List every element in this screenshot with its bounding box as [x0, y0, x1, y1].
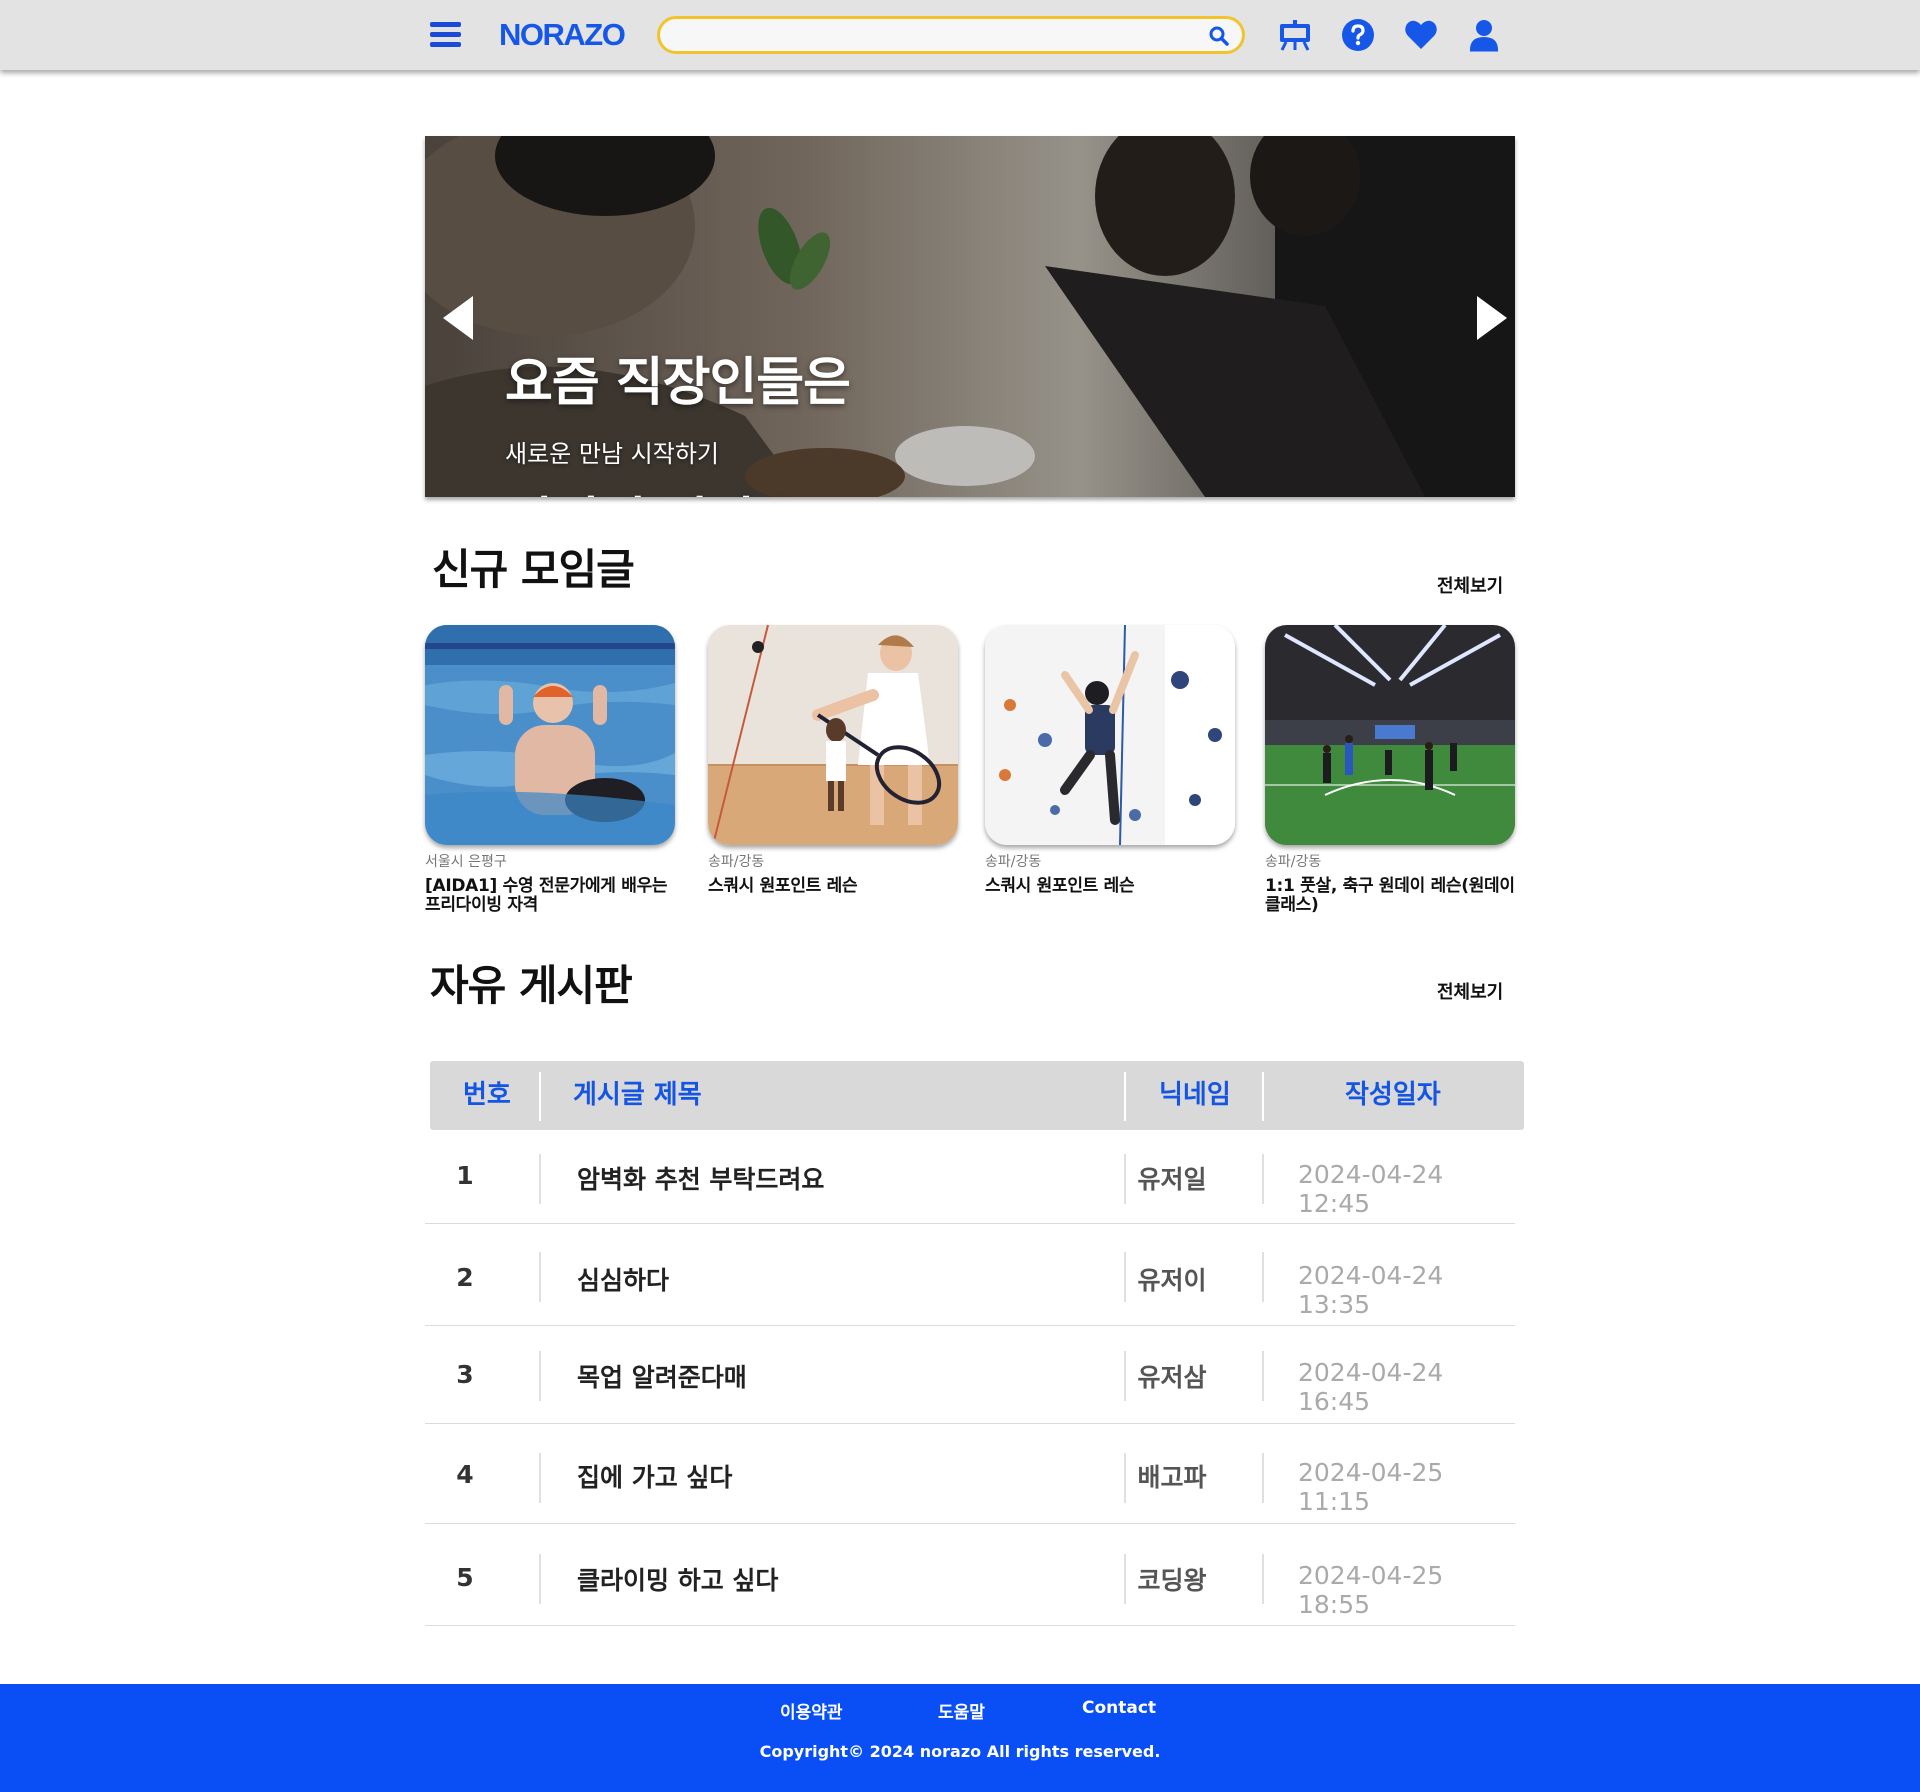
post-nickname: 유저일 [1137, 1165, 1207, 1194]
help-icon[interactable] [1341, 18, 1375, 52]
footer-link-help[interactable]: 도움말 [938, 1698, 985, 1723]
column-header-date: 작성일자 [1345, 1080, 1441, 1110]
search-bar [657, 16, 1245, 54]
column-divider [539, 1154, 541, 1204]
post-title: 목업 알려준다매 [577, 1363, 747, 1392]
meeting-location: 서울시 은평구 [425, 854, 507, 870]
column-header-title: 게시글 제목 [573, 1080, 702, 1110]
post-number: 2 [456, 1263, 474, 1292]
meeting-title: 1:1 풋살, 축구 원데이 레슨(원데이 클래스) [1265, 876, 1515, 915]
hero-title-line-2: 여기서 만나요! [505, 488, 850, 497]
meeting-card[interactable]: 서울시 은평구 [AIDA1] 수영 전문가에게 배우는 프리다이빙 자격 [425, 625, 675, 915]
post-date: 2024-04-25 18:55 [1298, 1561, 1444, 1619]
climbing-image [985, 625, 1235, 845]
hero-banner[interactable]: 요즘 직장인들은 여기서 만나요! 새로운 만남 시작하기 [425, 136, 1515, 497]
post-nickname: 유저이 [1137, 1266, 1207, 1295]
heart-icon[interactable] [1404, 18, 1438, 52]
table-row[interactable]: 5 클라이밍 하고 싶다 코딩왕 2024-04-25 18:55 [425, 1524, 1515, 1626]
post-nickname: 코딩왕 [1137, 1566, 1207, 1595]
menu-icon[interactable] [430, 22, 461, 48]
column-divider [1262, 1072, 1264, 1121]
board-icon[interactable] [1278, 18, 1312, 52]
column-divider [1262, 1154, 1264, 1204]
swimming-image [425, 625, 675, 845]
meeting-title: 스쿼시 원포인트 레슨 [708, 876, 858, 896]
post-title: 클라이밍 하고 싶다 [577, 1566, 779, 1595]
meeting-location: 송파/강동 [1265, 854, 1322, 870]
squash-image [708, 625, 958, 845]
post-number: 1 [456, 1161, 474, 1190]
previous-slide-arrow-icon[interactable] [439, 294, 479, 342]
column-divider [539, 1554, 541, 1604]
table-row[interactable]: 3 목업 알려준다매 유저삼 2024-04-24 16:45 [425, 1326, 1515, 1424]
table-row[interactable]: 1 암벽화 추천 부탁드려요 유저일 2024-04-24 12:45 [425, 1130, 1515, 1224]
new-meetings-title: 신규 모임글 [432, 545, 635, 594]
search-input[interactable] [676, 24, 1200, 50]
free-board-title: 자유 게시판 [430, 961, 633, 1010]
post-nickname: 유저삼 [1137, 1363, 1207, 1392]
post-number: 3 [456, 1360, 474, 1389]
meeting-thumbnail [985, 625, 1235, 845]
column-divider [1262, 1453, 1264, 1503]
post-title: 암벽화 추천 부탁드려요 [577, 1165, 825, 1194]
footer-link-terms[interactable]: 이용약관 [780, 1698, 843, 1723]
meeting-location: 송파/강동 [985, 854, 1042, 870]
meeting-card[interactable]: 송파/강동 스쿼시 원포인트 레슨 [708, 625, 958, 896]
column-header-number: 번호 [463, 1080, 511, 1110]
post-date: 2024-04-24 16:45 [1298, 1358, 1444, 1416]
top-navigation-bar: NORAZO [0, 0, 1920, 70]
column-divider [539, 1351, 541, 1401]
column-divider [1262, 1351, 1264, 1401]
meeting-thumbnail [708, 625, 958, 845]
column-divider [1262, 1554, 1264, 1604]
hero-subtitle-link[interactable]: 새로운 만남 시작하기 [505, 434, 719, 469]
column-divider [1262, 1252, 1264, 1302]
meeting-card[interactable]: 송파/강동 1:1 풋살, 축구 원데이 레슨(원데이 클래스) [1265, 625, 1515, 915]
copyright-text: Copyright© 2024 norazo All rights reserv… [759, 1742, 1161, 1761]
post-title: 심심하다 [577, 1266, 670, 1295]
column-header-nickname: 닉네임 [1159, 1080, 1231, 1110]
column-divider [1124, 1072, 1126, 1121]
column-divider [539, 1252, 541, 1302]
meeting-location: 송파/강동 [708, 854, 765, 870]
meeting-thumbnail [1265, 625, 1515, 845]
meeting-card[interactable]: 송파/강동 스쿼시 원포인트 레슨 [985, 625, 1235, 896]
free-board-view-all-link[interactable]: 전체보기 [1437, 978, 1503, 1004]
table-row[interactable]: 4 집에 가고 싶다 배고파 2024-04-25 11:15 [425, 1424, 1515, 1524]
table-row[interactable]: 2 심심하다 유저이 2024-04-24 13:35 [425, 1224, 1515, 1326]
post-number: 5 [456, 1563, 474, 1592]
board-table-header: 번호 게시글 제목 닉네임 작성일자 [430, 1061, 1524, 1130]
column-divider [539, 1453, 541, 1503]
post-date: 2024-04-24 12:45 [1298, 1160, 1444, 1218]
post-title: 집에 가고 싶다 [577, 1463, 733, 1492]
next-slide-arrow-icon[interactable] [1471, 294, 1511, 342]
footer-link-contact[interactable]: Contact [1082, 1698, 1156, 1718]
column-divider [539, 1072, 541, 1121]
search-icon[interactable] [1208, 25, 1230, 47]
new-meetings-view-all-link[interactable]: 전체보기 [1437, 572, 1503, 598]
post-date: 2024-04-25 11:15 [1298, 1458, 1444, 1516]
meeting-title: [AIDA1] 수영 전문가에게 배우는 프리다이빙 자격 [425, 876, 668, 915]
hero-title-line-1: 요즘 직장인들은 [505, 353, 851, 413]
post-nickname: 배고파 [1137, 1463, 1207, 1492]
meeting-title: 스쿼시 원포인트 레슨 [985, 876, 1135, 896]
footer: 이용약관 도움말 Contact Copyright© 2024 norazo … [0, 1684, 1920, 1792]
logo[interactable]: NORAZO [499, 16, 626, 54]
user-icon[interactable] [1467, 18, 1501, 52]
meeting-thumbnail [425, 625, 675, 845]
futsal-image [1265, 625, 1515, 845]
post-date: 2024-04-24 13:35 [1298, 1261, 1444, 1319]
post-number: 4 [456, 1460, 474, 1489]
